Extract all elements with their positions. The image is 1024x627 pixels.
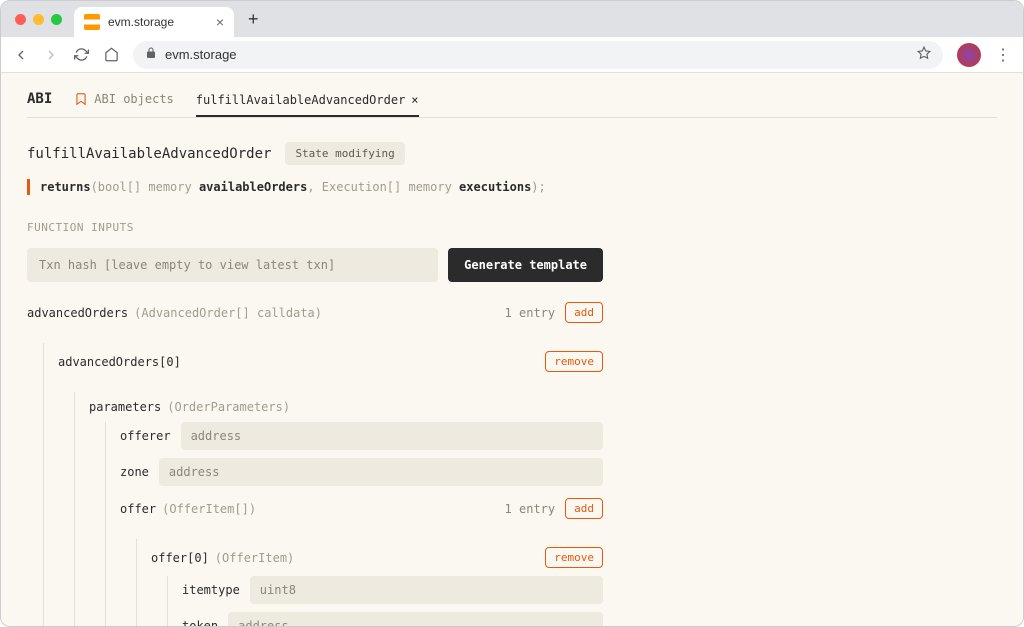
browser-window: evm.storage × + evm.storage xyxy=(0,0,1024,627)
param-name: advancedOrders[0] xyxy=(58,355,181,369)
maximize-window-icon[interactable] xyxy=(51,14,62,25)
zone-input[interactable] xyxy=(159,458,603,486)
sig-part: , Execution[] memory xyxy=(307,180,459,194)
url-input[interactable]: evm.storage xyxy=(133,41,943,69)
returns-signature: returns (bool[] memory availableOrders ,… xyxy=(27,179,997,195)
field-itemtype: itemtype xyxy=(182,576,603,604)
new-tab-button[interactable]: + xyxy=(242,9,265,30)
param-name: parameters xyxy=(89,400,161,414)
param-type: (AdvancedOrder[] calldata) xyxy=(134,306,322,320)
close-tab-icon[interactable]: × xyxy=(411,93,418,107)
param-advancedOrders-0: advancedOrders[0] remove xyxy=(58,343,603,372)
itemtype-input[interactable] xyxy=(250,576,603,604)
reload-button[interactable] xyxy=(73,47,89,63)
remove-button[interactable]: remove xyxy=(545,547,603,568)
browser-tab-title: evm.storage xyxy=(108,15,174,29)
accent-bar-icon xyxy=(27,179,30,195)
advancedOrders-children: advancedOrders[0] remove parameters (Ord… xyxy=(43,343,603,627)
generate-template-button[interactable]: Generate template xyxy=(448,248,603,282)
close-window-icon[interactable] xyxy=(15,14,26,25)
function-header: fulfillAvailableAdvancedOrder State modi… xyxy=(27,142,997,165)
remove-button[interactable]: remove xyxy=(545,351,603,372)
tab-label: fulfillAvailableAdvancedOrder xyxy=(196,93,406,107)
function-name: fulfillAvailableAdvancedOrder xyxy=(27,146,271,162)
add-button[interactable]: add xyxy=(565,302,603,323)
param-offer: offer (OfferItem[]) 1 entry add xyxy=(120,498,603,519)
abi-tabs: ABI ABI objects fulfillAvailableAdvanced… xyxy=(27,91,997,118)
add-button[interactable]: add xyxy=(565,498,603,519)
field-offerer: offerer xyxy=(120,422,603,450)
field-zone: zone xyxy=(120,458,603,486)
field-label: itemtype xyxy=(182,583,240,597)
page-content: ABI ABI objects fulfillAvailableAdvanced… xyxy=(1,73,1023,627)
return-var: executions xyxy=(459,180,531,194)
traffic-lights xyxy=(11,14,66,25)
entry-count: 1 entry xyxy=(505,502,556,516)
offerer-input[interactable] xyxy=(181,422,603,450)
returns-keyword: returns xyxy=(40,180,91,194)
field-label: offerer xyxy=(120,429,171,443)
sig-part: (bool[] memory xyxy=(91,180,199,194)
sig-part: ); xyxy=(531,180,545,194)
token-input[interactable] xyxy=(228,612,603,627)
field-label: token xyxy=(182,619,218,627)
address-bar: evm.storage ⋮ xyxy=(1,37,1023,73)
param-type: (OrderParameters) xyxy=(167,400,290,414)
back-button[interactable] xyxy=(13,47,29,63)
field-label: zone xyxy=(120,465,149,479)
offer-children: offer[0] (OfferItem) remove xyxy=(136,539,603,627)
txn-hash-input[interactable] xyxy=(27,248,438,282)
home-button[interactable] xyxy=(103,47,119,63)
param-type: (OfferItem[]) xyxy=(162,502,256,516)
txn-input-row: Generate template xyxy=(27,248,603,282)
offer-0-children: itemtype token xyxy=(167,576,603,627)
mutability-badge: State modifying xyxy=(285,142,404,165)
forward-button[interactable] xyxy=(43,47,59,63)
field-token: token xyxy=(182,612,603,627)
return-var: availableOrders xyxy=(199,180,307,194)
param-type: (OfferItem) xyxy=(215,551,294,565)
bookmark-star-icon[interactable] xyxy=(917,46,931,63)
url-text: evm.storage xyxy=(165,47,237,62)
minimize-window-icon[interactable] xyxy=(33,14,44,25)
param-name: advancedOrders xyxy=(27,306,128,320)
tab-abi-objects[interactable]: ABI objects xyxy=(74,92,173,116)
abi-heading: ABI xyxy=(27,91,52,117)
browser-tab-bar: evm.storage × + xyxy=(1,1,1023,37)
tab-label: ABI objects xyxy=(94,92,173,106)
browser-menu-icon[interactable]: ⋮ xyxy=(995,45,1011,65)
param-parameters: parameters (OrderParameters) xyxy=(89,392,603,414)
tab-function-active[interactable]: fulfillAvailableAdvancedOrder × xyxy=(196,93,419,117)
advancedOrders-0-children: parameters (OrderParameters) offerer xyxy=(74,392,603,627)
section-heading: FUNCTION INPUTS xyxy=(27,221,997,234)
param-name: offer[0] xyxy=(151,551,209,565)
profile-avatar[interactable] xyxy=(957,43,981,67)
lock-icon xyxy=(145,47,157,62)
favicon-icon xyxy=(84,14,100,30)
param-name: offer xyxy=(120,502,156,516)
param-advancedOrders: advancedOrders (AdvancedOrder[] calldata… xyxy=(27,302,603,323)
parameters-children: offerer zone offer xyxy=(105,422,603,627)
param-offer-0: offer[0] (OfferItem) remove xyxy=(151,539,603,568)
bookmark-icon xyxy=(74,92,88,106)
browser-tab[interactable]: evm.storage × xyxy=(74,7,234,37)
close-tab-icon[interactable]: × xyxy=(216,14,224,30)
entry-count: 1 entry xyxy=(505,306,556,320)
